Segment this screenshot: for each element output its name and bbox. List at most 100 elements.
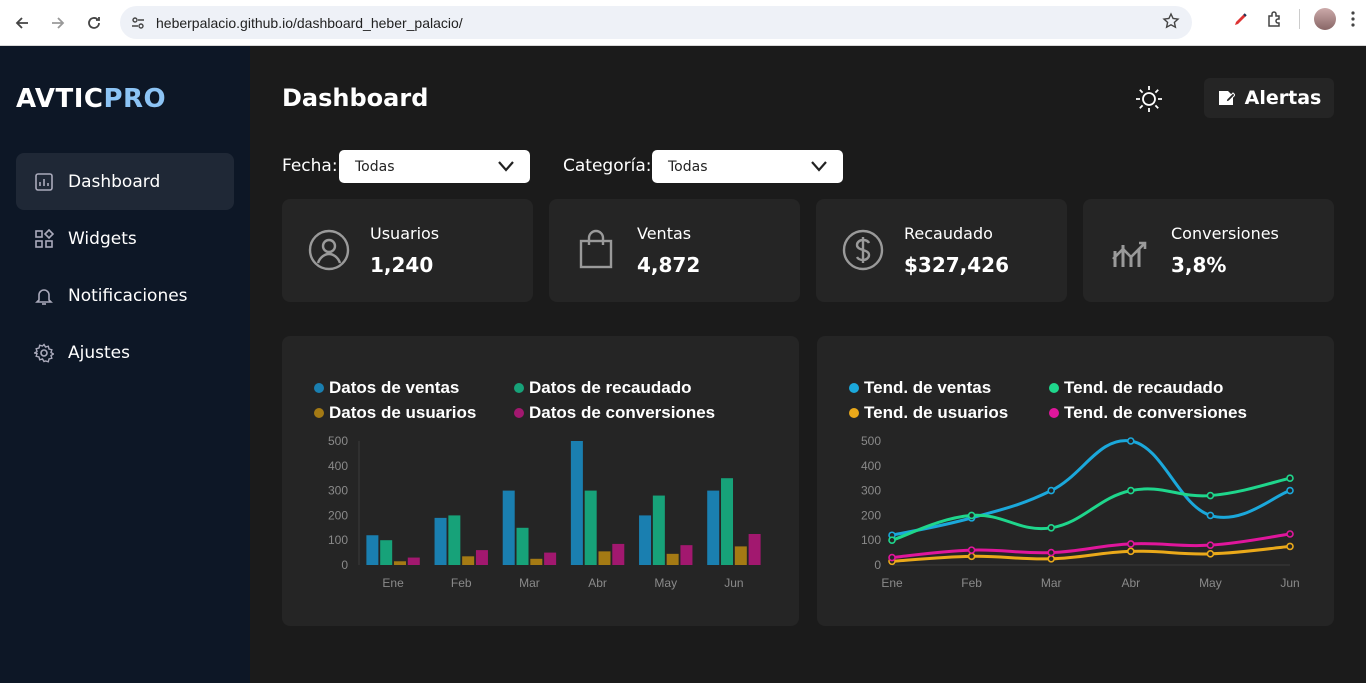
bar[interactable]	[380, 540, 393, 565]
bar[interactable]	[612, 543, 625, 565]
x-tick-label: Jun	[1280, 576, 1299, 590]
bar[interactable]	[639, 515, 652, 565]
data-point[interactable]	[1286, 530, 1294, 538]
bar[interactable]	[544, 552, 557, 565]
sidebar-item-dashboard[interactable]: Dashboard	[16, 153, 234, 210]
edit-icon	[1218, 91, 1235, 105]
bar[interactable]	[530, 558, 543, 565]
forward-icon[interactable]	[40, 5, 76, 41]
card-value: 1,240	[370, 253, 434, 277]
bar[interactable]	[584, 490, 597, 565]
data-point[interactable]	[1047, 555, 1055, 563]
data-point[interactable]	[1206, 491, 1215, 500]
logo-accent: PRO	[103, 84, 167, 114]
chevron-down-icon	[811, 161, 827, 172]
bell-icon	[35, 288, 53, 305]
categoria-select[interactable]: Todas	[652, 150, 843, 183]
y-tick-label: 200	[861, 508, 881, 522]
address-bar[interactable]: heberpalacio.github.io/dashboard_heber_p…	[120, 6, 1192, 39]
bar[interactable]	[434, 517, 447, 565]
card-ventas: Ventas 4,872	[549, 199, 800, 302]
sidebar-item-widgets[interactable]: Widgets	[16, 210, 234, 267]
menu-dots-icon[interactable]	[1350, 10, 1356, 28]
alerts-button[interactable]: Alertas	[1204, 78, 1334, 118]
bar[interactable]	[666, 553, 679, 565]
bar[interactable]	[475, 550, 488, 565]
fecha-label: Fecha:	[282, 156, 338, 176]
back-icon[interactable]	[4, 5, 40, 41]
y-tick-label: 400	[328, 459, 348, 473]
bar[interactable]	[366, 535, 379, 565]
card-usuarios: Usuarios 1,240	[282, 199, 533, 302]
pen-extension-icon[interactable]	[1231, 9, 1251, 29]
data-point[interactable]	[1126, 547, 1135, 556]
fecha-value: Todas	[355, 158, 395, 175]
data-point[interactable]	[1126, 486, 1135, 495]
data-point[interactable]	[1286, 542, 1294, 551]
bar[interactable]	[448, 515, 461, 565]
data-point[interactable]	[1047, 548, 1055, 557]
sidebar-item-label: Dashboard	[68, 171, 161, 192]
y-tick-label: 200	[328, 508, 348, 522]
data-point[interactable]	[1126, 540, 1135, 548]
data-point[interactable]	[967, 552, 976, 561]
bar[interactable]	[652, 495, 665, 565]
browser-actions	[1231, 8, 1356, 30]
sidebar-item-ajustes[interactable]: Ajustes	[16, 324, 234, 381]
card-value: $327,426	[904, 253, 1010, 277]
data-point[interactable]	[1206, 511, 1215, 520]
bar[interactable]	[748, 534, 761, 565]
bag-icon	[579, 229, 613, 269]
extensions-icon[interactable]	[1265, 9, 1285, 29]
card-label: Recaudado	[904, 224, 993, 243]
card-conversiones: Conversiones 3,8%	[1083, 199, 1334, 302]
y-tick-label: 0	[874, 558, 881, 572]
logo-main: AVTIC	[16, 84, 104, 114]
bar[interactable]	[393, 561, 406, 565]
x-tick-label: Mar	[519, 576, 540, 590]
fecha-select[interactable]: Todas	[339, 150, 530, 183]
x-tick-label: Jun	[724, 576, 743, 590]
bar[interactable]	[734, 546, 747, 565]
site-settings-icon[interactable]	[130, 15, 146, 31]
y-tick-label: 400	[861, 459, 881, 473]
sun-icon[interactable]	[1134, 84, 1164, 114]
bar[interactable]	[598, 551, 611, 565]
x-tick-label: Abr	[1121, 576, 1140, 590]
bar[interactable]	[707, 490, 720, 565]
data-point[interactable]	[967, 511, 976, 520]
url-text[interactable]: heberpalacio.github.io/dashboard_heber_p…	[156, 15, 463, 31]
y-tick-label: 100	[328, 533, 348, 547]
data-point[interactable]	[1047, 486, 1055, 495]
data-point[interactable]	[888, 553, 896, 562]
data-point[interactable]	[1206, 541, 1215, 549]
data-point[interactable]	[1126, 437, 1135, 445]
sidebar-item-notificaciones[interactable]: Notificaciones	[16, 267, 234, 324]
bar[interactable]	[680, 545, 693, 565]
data-point[interactable]	[1047, 524, 1055, 532]
bar[interactable]	[721, 478, 734, 565]
bar[interactable]	[502, 490, 515, 565]
data-point[interactable]	[1286, 486, 1294, 495]
bar[interactable]	[570, 441, 583, 565]
x-tick-label: May	[654, 576, 677, 590]
card-label: Conversiones	[1171, 224, 1279, 243]
bookmark-star-icon[interactable]	[1162, 12, 1180, 30]
data-point[interactable]	[888, 536, 896, 544]
browser-toolbar: heberpalacio.github.io/dashboard_heber_p…	[0, 0, 1366, 46]
line-chart: 0 100 200 300 400 500 Ene Feb Mar Abr May Jun	[861, 434, 1300, 590]
alerts-label: Alertas	[1244, 87, 1322, 109]
bar-chart: 0 100 200 300 400 500 Ene Feb Mar Abr May Jun	[328, 434, 761, 590]
reload-icon[interactable]	[76, 5, 112, 41]
user-icon	[308, 229, 350, 271]
bar[interactable]	[516, 527, 529, 565]
x-tick-label: May	[1199, 576, 1222, 590]
data-point[interactable]	[967, 546, 976, 554]
profile-avatar[interactable]	[1314, 8, 1336, 30]
bar[interactable]	[462, 556, 475, 565]
data-point[interactable]	[1206, 550, 1215, 558]
series-line	[891, 476, 1291, 542]
data-point[interactable]	[1286, 474, 1294, 482]
bar[interactable]	[407, 557, 420, 565]
logo[interactable]: AVTICPRO	[16, 84, 166, 114]
